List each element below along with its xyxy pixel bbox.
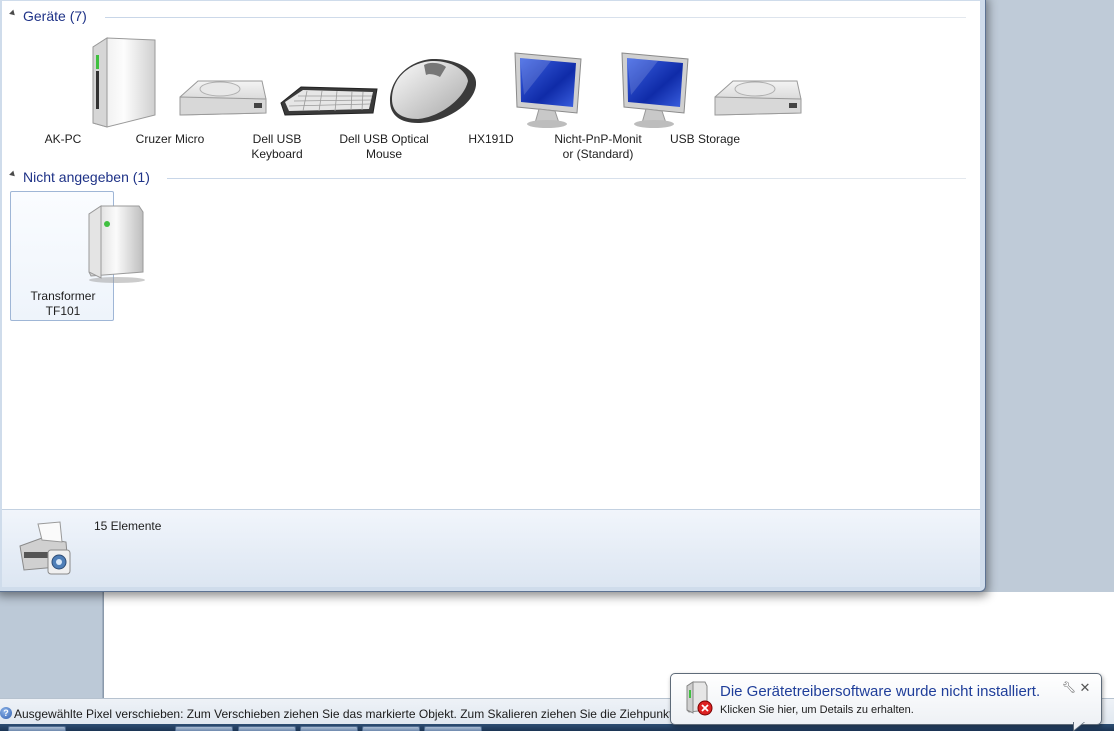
device-item[interactable]: Dell USB Keyboard bbox=[225, 35, 378, 165]
group-header-unspecified[interactable]: Nicht angegeben (1) bbox=[2, 167, 980, 187]
device-item[interactable]: Cruzer Micro bbox=[118, 35, 267, 165]
close-icon[interactable]: ✕ bbox=[1079, 681, 1091, 694]
group-header-devices[interactable]: Geräte (7) bbox=[2, 6, 980, 26]
taskbar-button[interactable] bbox=[175, 726, 233, 731]
details-pane: 15 Elemente bbox=[2, 509, 980, 587]
notification-title: Die Gerätetreibersoftware wurde nicht in… bbox=[720, 683, 1041, 700]
mouse-icon bbox=[332, 35, 477, 131]
device-item-selected[interactable]: Transformer TF101 bbox=[10, 191, 145, 321]
wrench-icon[interactable]: 🔧︎ bbox=[1062, 682, 1076, 694]
group-title: Nicht angegeben (1) bbox=[23, 169, 150, 185]
collapse-arrow-icon[interactable] bbox=[9, 170, 17, 179]
collapse-arrow-icon[interactable] bbox=[9, 9, 17, 18]
device-label: Nicht-PnP-Monit or (Standard) bbox=[554, 132, 642, 161]
printer-camera-icon bbox=[14, 516, 78, 581]
devices-and-printers-window: Geräte (7) AK-PC Cruzer Micro Dell USB K… bbox=[0, 0, 986, 592]
notification-text: Klicken Sie hier, um Details zu erhalten… bbox=[720, 704, 914, 716]
item-count: 15 Elemente bbox=[94, 519, 162, 533]
computer-tower-icon bbox=[11, 35, 156, 131]
device-label: USB Storage bbox=[669, 132, 741, 146]
notification-balloon[interactable]: Die Gerätetreibersoftware wurde nicht in… bbox=[670, 673, 1102, 725]
device-item[interactable]: Nicht-PnP-Monit or (Standard) bbox=[546, 35, 689, 165]
device-label: Cruzer Micro bbox=[135, 132, 205, 146]
device-list: Geräte (7) AK-PC Cruzer Micro Dell USB K… bbox=[2, 1, 980, 509]
device-item[interactable]: Dell USB Optical Mouse bbox=[332, 35, 477, 165]
monitor-icon bbox=[439, 35, 582, 131]
device-label: Dell USB Keyboard bbox=[251, 132, 303, 161]
drive-icon bbox=[653, 35, 802, 131]
taskbar-button[interactable] bbox=[8, 726, 66, 731]
info-icon: ? bbox=[0, 707, 12, 719]
paint-status-text: Ausgewählte Pixel verschieben: Zum Versc… bbox=[14, 707, 674, 721]
generic-device-icon bbox=[11, 192, 145, 288]
taskbar-button[interactable] bbox=[424, 726, 482, 731]
taskbar bbox=[0, 724, 1114, 731]
device-label: Dell USB Optical Mouse bbox=[339, 132, 429, 161]
device-label: AK-PC bbox=[44, 132, 82, 146]
device-label: Transformer TF101 bbox=[30, 289, 96, 318]
device-item[interactable]: USB Storage bbox=[653, 35, 802, 165]
drive-icon bbox=[118, 35, 267, 131]
taskbar-button[interactable] bbox=[238, 726, 296, 731]
keyboard-icon bbox=[225, 35, 378, 131]
taskbar-button[interactable] bbox=[362, 726, 420, 731]
group-divider bbox=[167, 178, 966, 179]
device-item[interactable]: AK-PC bbox=[11, 35, 156, 165]
monitor-icon bbox=[546, 35, 689, 131]
device-error-icon bbox=[681, 680, 715, 719]
device-item[interactable]: HX191D bbox=[439, 35, 582, 165]
device-label: HX191D bbox=[468, 132, 514, 146]
taskbar-button[interactable] bbox=[300, 726, 358, 731]
group-divider bbox=[105, 17, 966, 18]
canvas-margin bbox=[0, 592, 103, 698]
group-title: Geräte (7) bbox=[23, 8, 87, 24]
